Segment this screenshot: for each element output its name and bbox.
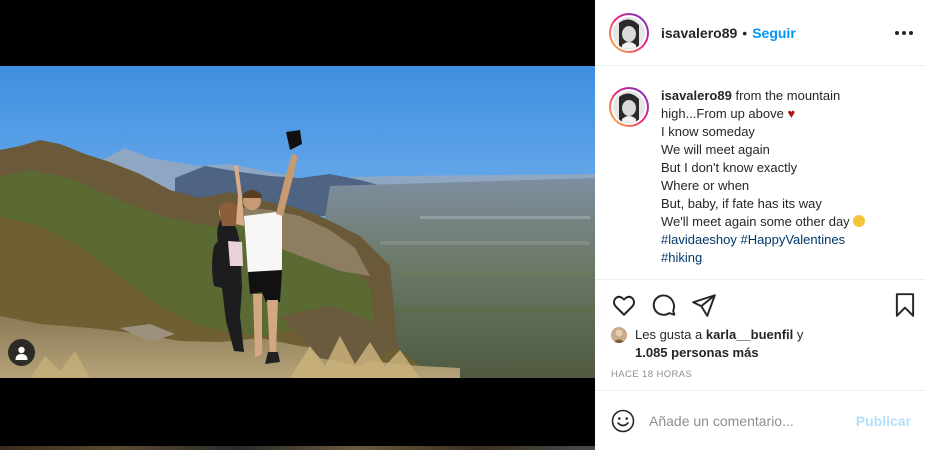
caption-text: isavalero89 from the mountain high...Fro… bbox=[661, 87, 866, 279]
user-tag-icon bbox=[15, 346, 28, 360]
likes-prefix: Les gusta a bbox=[635, 327, 703, 342]
follow-button[interactable]: Seguir bbox=[752, 25, 796, 41]
separator-dot: • bbox=[742, 24, 748, 41]
likes-summary: Les gusta a karla__buenfil y 1.085 perso… bbox=[611, 326, 911, 362]
caption-line: We'll meet again some other day bbox=[661, 214, 850, 229]
post-header: isavalero89 • Seguir bbox=[595, 0, 925, 66]
post-photo[interactable] bbox=[0, 66, 595, 378]
comment-bar: Publicar bbox=[595, 390, 925, 450]
hashtag-link[interactable]: #lavidaeshoy bbox=[661, 232, 737, 247]
smile-emoji-icon bbox=[853, 215, 866, 227]
hashtag-link[interactable]: #hiking bbox=[661, 249, 865, 267]
emoji-icon[interactable] bbox=[611, 409, 635, 433]
heart-icon[interactable] bbox=[611, 292, 637, 318]
hashtag-link[interactable]: #HappyValentines bbox=[741, 232, 846, 247]
liker-avatar-photo bbox=[611, 327, 627, 343]
heart-emoji-icon: ♥ bbox=[787, 106, 796, 121]
caption-line: We will meet again bbox=[661, 142, 770, 157]
caption-line: I know someday bbox=[661, 124, 755, 139]
post-timestamp[interactable]: HACE 18 HORAS bbox=[611, 369, 692, 380]
caption-line: But I don't know exactly bbox=[661, 160, 798, 175]
author-username[interactable]: isavalero89 bbox=[661, 25, 737, 41]
avatar-photo bbox=[613, 16, 645, 49]
avatar-photo bbox=[613, 91, 645, 123]
likes-count[interactable]: 1.085 personas más bbox=[635, 345, 759, 360]
mountain-photo bbox=[0, 66, 595, 378]
post-media[interactable] bbox=[0, 0, 595, 450]
caption-line: from the mountain bbox=[735, 88, 841, 103]
caption-line: Where or when bbox=[661, 178, 750, 193]
likes-conjunction: y bbox=[796, 327, 804, 342]
post-actions bbox=[595, 280, 925, 328]
next-post-strip bbox=[0, 446, 595, 450]
author-avatar[interactable] bbox=[609, 12, 649, 53]
post-caption: isavalero89 from the mountain high...Fro… bbox=[595, 66, 925, 280]
user-tag-button[interactable] bbox=[8, 339, 35, 366]
liker-avatar[interactable] bbox=[611, 327, 627, 343]
liker-username[interactable]: karla__buenfil bbox=[706, 327, 793, 342]
more-options-icon[interactable] bbox=[895, 24, 913, 42]
caption-line: But, baby, if fate has its way bbox=[661, 196, 822, 211]
caption-username[interactable]: isavalero89 bbox=[661, 88, 732, 103]
caption-author-avatar[interactable] bbox=[609, 87, 649, 127]
paper-plane-icon[interactable] bbox=[691, 292, 717, 318]
publish-button[interactable]: Publicar bbox=[856, 413, 911, 429]
comment-icon[interactable] bbox=[651, 292, 677, 318]
bookmark-icon[interactable] bbox=[892, 292, 918, 318]
comment-input[interactable] bbox=[649, 412, 856, 429]
instagram-post-modal: isavalero89 • Seguir isavalero89 from th… bbox=[0, 0, 925, 450]
post-side-panel: isavalero89 • Seguir isavalero89 from th… bbox=[595, 0, 925, 450]
caption-line: high...From up above bbox=[661, 106, 784, 121]
